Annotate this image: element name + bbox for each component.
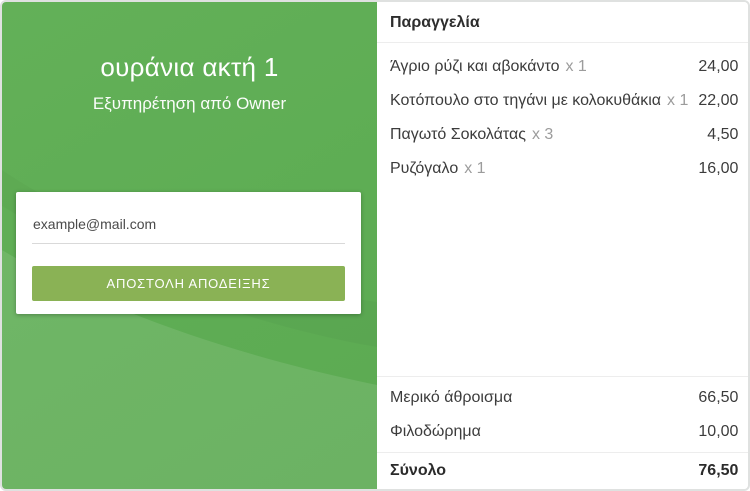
- order-item-row: Ρυζόγαλο x 1 16,00: [390, 152, 738, 186]
- item-price: 4,50: [707, 126, 739, 143]
- item-quantity: x 1: [565, 58, 587, 75]
- tip-row: Φιλοδώρημα 10,00: [390, 415, 738, 449]
- order-item-row: Παγωτό Σοκολάτας x 3 4,50: [390, 118, 738, 152]
- item-price: 24,00: [698, 58, 739, 75]
- item-quantity: x 1: [667, 92, 689, 109]
- email-input[interactable]: [32, 216, 345, 244]
- email-card: ΑΠΟΣΤΟΛΗ ΑΠΟΔΕΙΞΗΣ: [16, 192, 361, 314]
- order-item-row: Άγριο ρύζι και αβοκάντο x 1 24,00: [390, 50, 738, 84]
- send-receipt-button[interactable]: ΑΠΟΣΤΟΛΗ ΑΠΟΔΕΙΞΗΣ: [32, 266, 345, 301]
- served-by-text: Εξυπηρέτηση από Owner: [92, 94, 287, 113]
- item-price: 16,00: [698, 160, 739, 177]
- order-title: Παραγγελία: [377, 2, 748, 43]
- item-name: Παγωτό Σοκολάτας: [390, 126, 526, 143]
- item-price: 22,00: [698, 92, 739, 109]
- tip-label: Φιλοδώρημα: [390, 423, 481, 440]
- item-name: Κοτόπουλο στο τηγάνι με κολοκυθάκια: [390, 92, 662, 109]
- total-row: Σύνολο 76,50: [377, 452, 748, 489]
- item-name: Ρυζόγαλο: [390, 160, 459, 177]
- email-receipt-panel: ουράνια ακτή 1 Εξυπηρέτηση από Owner ΑΠΟ…: [2, 2, 377, 489]
- item-quantity: x 3: [531, 126, 554, 143]
- total-value: 76,50: [698, 462, 739, 479]
- order-item-row: Κοτόπουλο στο τηγάνι με κολοκυθάκια x 1 …: [390, 84, 738, 118]
- order-item-list: Άγριο ρύζι και αβοκάντο x 1 24,00 Κοτόπο…: [377, 43, 748, 186]
- subtotal-row: Μερικό άθροισμα 66,50: [390, 381, 738, 415]
- order-summary: Μερικό άθροισμα 66,50 Φιλοδώρημα 10,00: [377, 376, 748, 452]
- subtotal-label: Μερικό άθροισμα: [390, 389, 513, 406]
- item-quantity: x 1: [464, 160, 486, 177]
- receipt-screen: ουράνια ακτή 1 Εξυπηρέτηση από Owner ΑΠΟ…: [0, 0, 750, 491]
- tip-value: 10,00: [698, 423, 739, 440]
- subtotal-value: 66,50: [698, 389, 739, 406]
- venue-header: ουράνια ακτή 1 Εξυπηρέτηση από Owner: [2, 52, 377, 114]
- order-panel: Παραγγελία Άγριο ρύζι και αβοκάντο x 1 2…: [377, 2, 748, 489]
- item-name: Άγριο ρύζι και αβοκάντο: [390, 58, 560, 75]
- total-label: Σύνολο: [390, 462, 447, 479]
- venue-title: ουράνια ακτή 1: [100, 52, 279, 82]
